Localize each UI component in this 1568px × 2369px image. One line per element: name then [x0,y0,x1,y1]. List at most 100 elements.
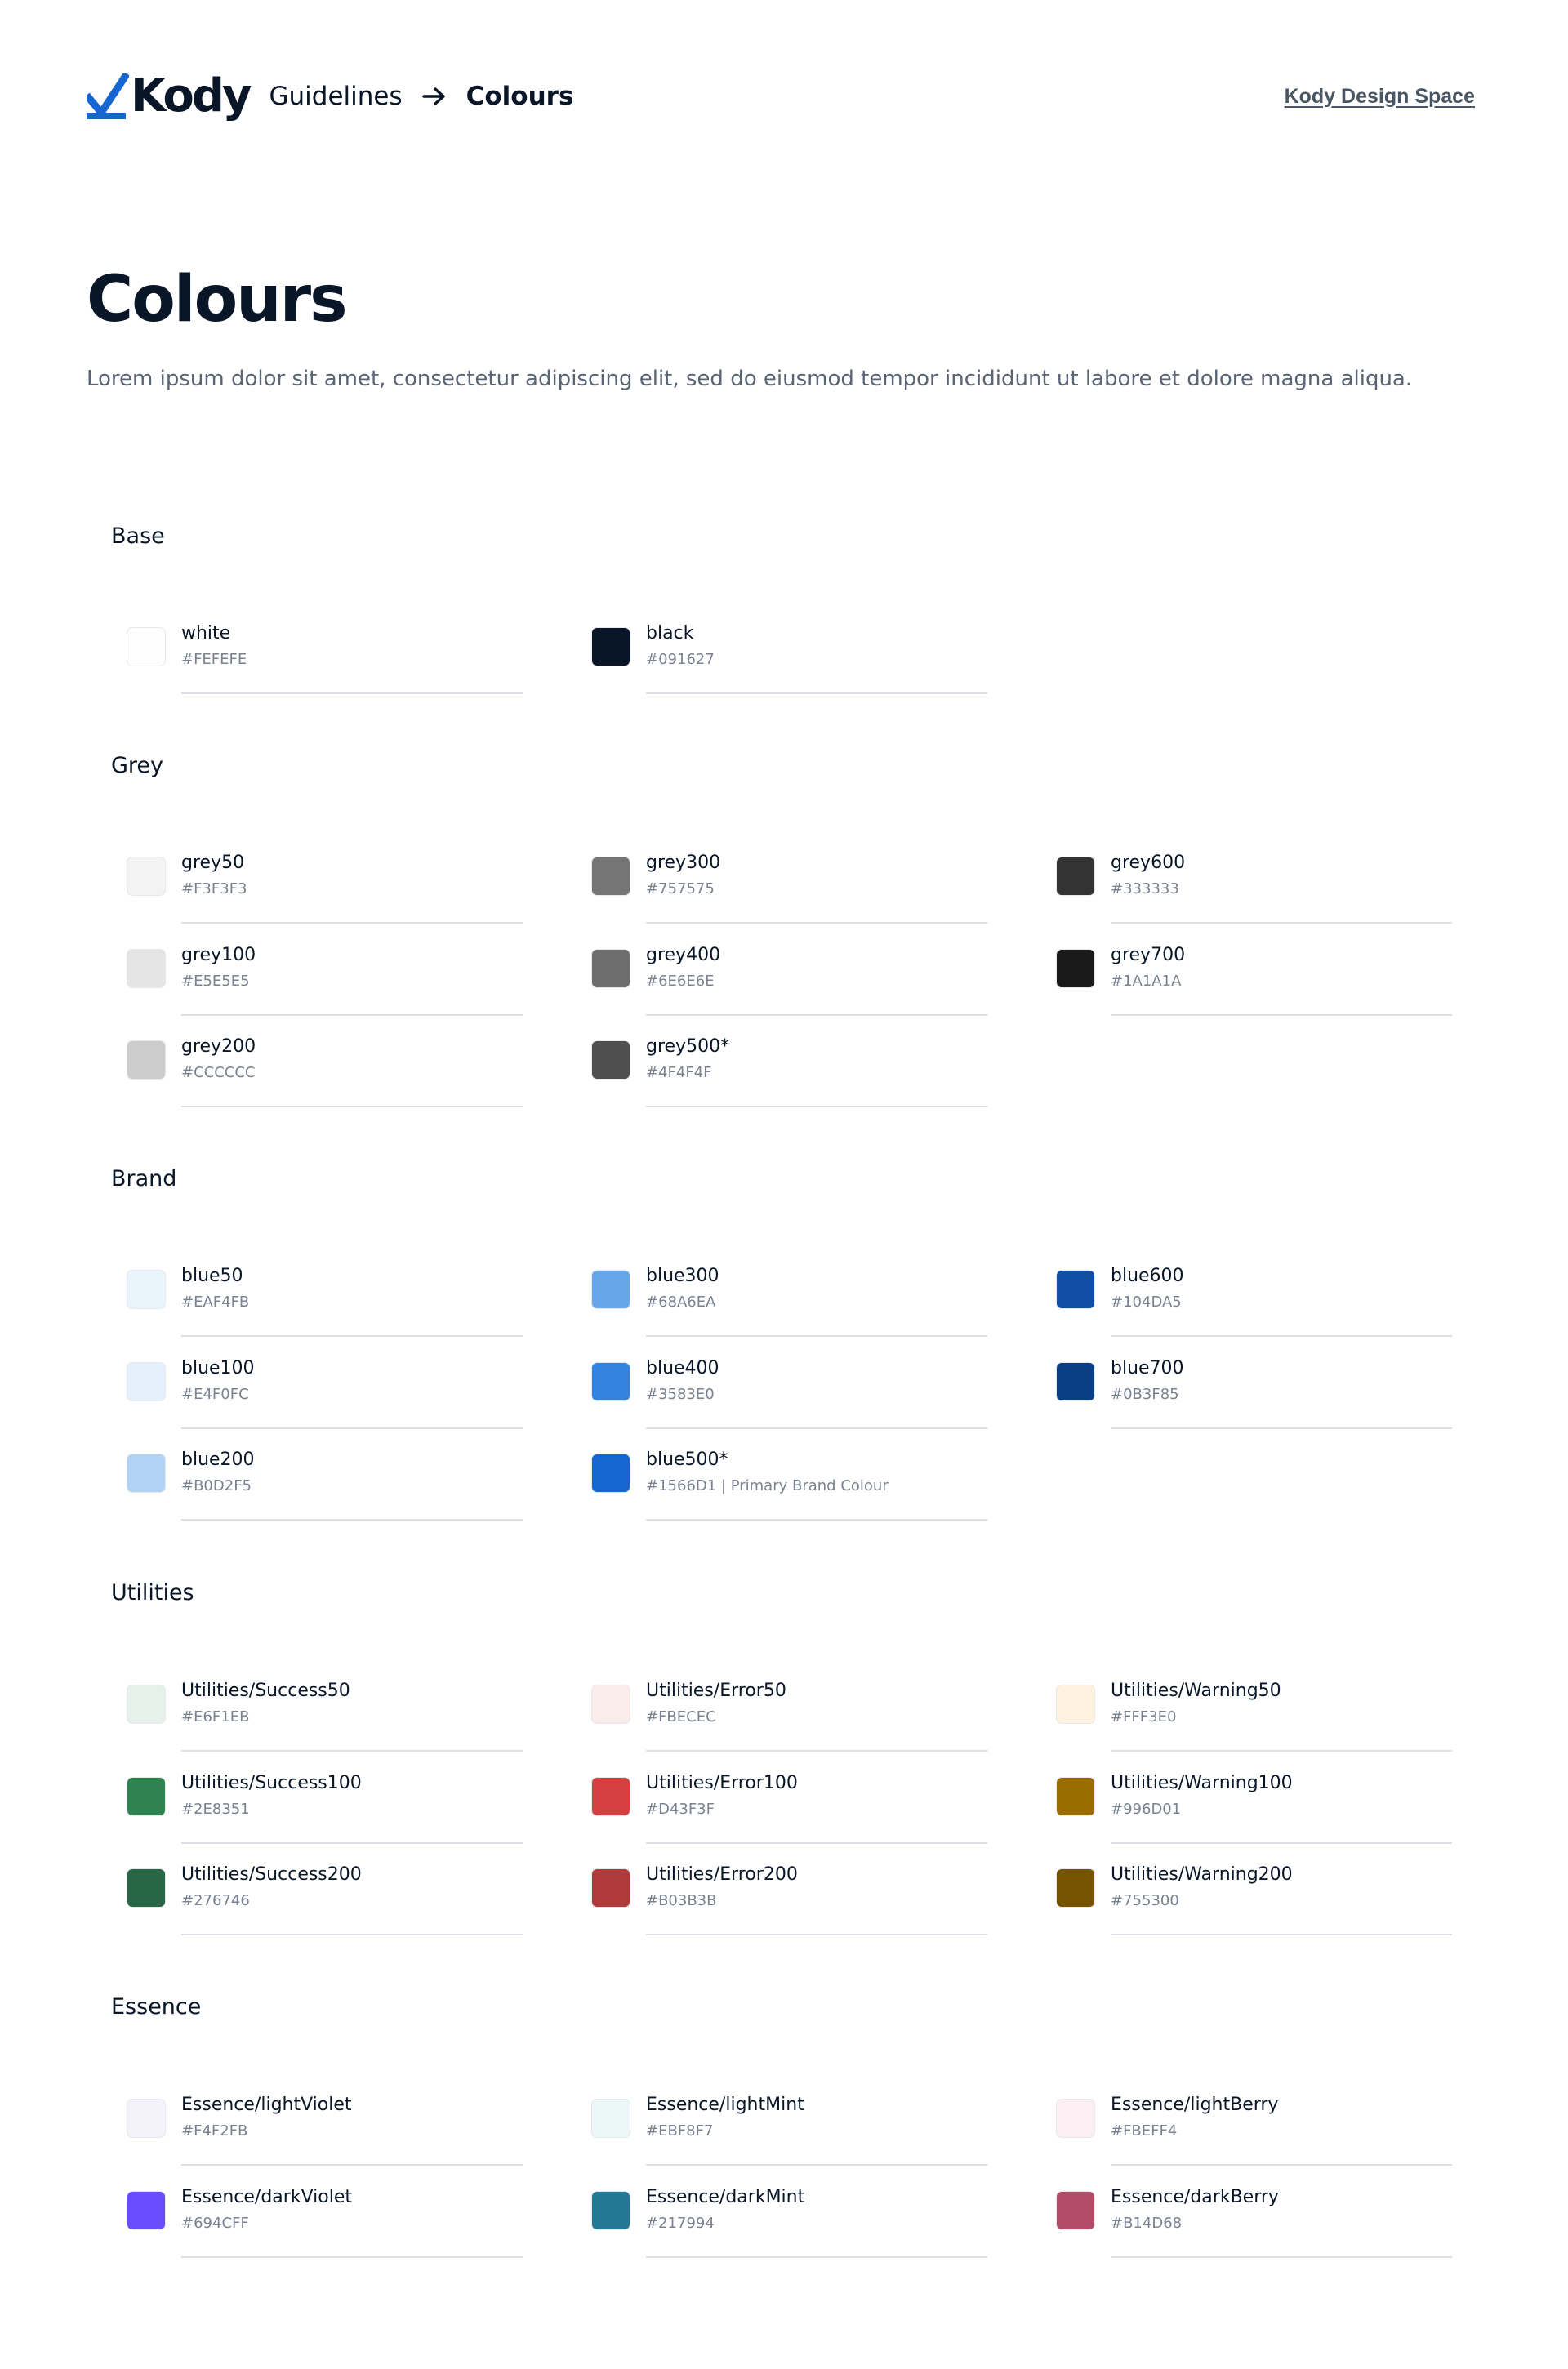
swatch-hex: #68A6EA [646,1294,716,1311]
divider [181,1335,523,1337]
swatch-item-warning100[interactable]: Utilities/Warning100 #996D01 [1040,1752,1452,1844]
swatch-name: grey600 [1111,853,1186,873]
swatch-item-success200[interactable]: Utilities/Success200 #276746 [111,1844,523,1935]
divider [1111,1934,1452,1935]
swatch-name: grey200 [181,1036,256,1057]
swatch-item-grey300[interactable]: grey300 #757575 [576,832,987,924]
design-space-link[interactable]: Kody Design Space [1285,85,1475,109]
swatch-item-warning200[interactable]: Utilities/Warning200 #755300 [1040,1844,1452,1935]
swatch-hex: #EAF4FB [181,1294,250,1311]
swatch-item-blue700[interactable]: blue700 #0B3F85 [1040,1338,1452,1429]
color-swatch [1056,1362,1095,1401]
swatch-item-blue400[interactable]: blue400 #3583E0 [576,1338,987,1429]
swatch-name: grey400 [646,945,721,965]
swatch-name: blue600 [1111,1266,1184,1286]
swatch-name: blue50 [181,1266,243,1286]
swatch-item-success50[interactable]: Utilities/Success50 #E6F1EB [111,1660,523,1752]
swatch-name: Essence/lightMint [646,2095,804,2115]
swatch-hex: #B14D68 [1111,2215,1183,2232]
color-swatch [127,2191,166,2230]
color-swatch [591,949,630,988]
swatch-hex: #FBEFF4 [1111,2122,1178,2140]
color-swatch [127,1362,166,1401]
swatch-name: Essence/darkMint [646,2187,805,2207]
breadcrumb-guidelines[interactable]: Guidelines [269,82,402,111]
color-swatch [1056,1868,1095,1908]
swatch-hex: #E5E5E5 [181,973,250,990]
swatch-item-success100[interactable]: Utilities/Success100 #2E8351 [111,1752,523,1844]
swatch-item-blue300[interactable]: blue300 #68A6EA [576,1245,987,1337]
swatch-item-blue500[interactable]: blue500* #1566D1 | Primary Brand Colour [576,1429,987,1521]
color-swatch [127,2099,166,2138]
divider [181,692,523,694]
section-title-grey: Grey [111,753,164,778]
swatch-item-warning50[interactable]: Utilities/Warning50 #FFF3E0 [1040,1660,1452,1752]
swatch-item-grey500[interactable]: grey500* #4F4F4F [576,1016,987,1107]
swatch-item-blue50[interactable]: blue50 #EAF4FB [111,1245,523,1337]
divider [1111,922,1452,924]
divider [1111,1014,1452,1016]
divider [181,1519,523,1521]
swatch-name: grey700 [1111,945,1186,965]
divider [646,1519,987,1521]
swatch-item-dark-violet[interactable]: Essence/darkViolet #694CFF [111,2166,523,2258]
divider [1111,1427,1452,1429]
swatch-hex: #755300 [1111,1892,1179,1909]
swatch-item-grey100[interactable]: grey100 #E5E5E5 [111,924,523,1016]
swatch-hex: #FEFEFE [181,651,247,668]
swatch-item-error100[interactable]: Utilities/Error100 #D43F3F [576,1752,987,1844]
swatch-item-error200[interactable]: Utilities/Error200 #B03B3B [576,1844,987,1935]
color-swatch [591,1685,630,1724]
divider [646,2164,987,2166]
swatch-name: blue300 [646,1266,719,1286]
color-swatch [591,1040,630,1080]
swatch-item-grey400[interactable]: grey400 #6E6E6E [576,924,987,1016]
swatch-hex: #276746 [181,1892,250,1909]
divider [181,922,523,924]
kody-logo[interactable]: Kody [87,73,252,119]
swatch-item-black[interactable]: black #091627 [576,603,987,694]
swatch-name: grey50 [181,853,245,873]
swatch-name: blue200 [181,1449,255,1470]
divider [1111,2256,1452,2258]
swatch-item-light-violet[interactable]: Essence/lightViolet #F4F2FB [111,2074,523,2166]
swatch-hex: #091627 [646,651,715,668]
swatch-note: | Primary Brand Colour [716,1477,889,1494]
swatch-name: Utilities/Warning200 [1111,1864,1293,1885]
swatch-item-grey700[interactable]: grey700 #1A1A1A [1040,924,1452,1016]
color-swatch [127,1868,166,1908]
divider [646,692,987,694]
swatch-item-dark-mint[interactable]: Essence/darkMint #217994 [576,2166,987,2258]
swatch-item-error50[interactable]: Utilities/Error50 #FBECEC [576,1660,987,1752]
swatch-hex: #FBECEC [646,1708,716,1726]
swatch-name: blue700 [1111,1358,1184,1378]
color-swatch [127,627,166,666]
swatch-item-grey50[interactable]: grey50 #F3F3F3 [111,832,523,924]
color-swatch [591,2191,630,2230]
color-swatch [591,1868,630,1908]
swatch-hex: #3583E0 [646,1386,715,1403]
swatch-hex-value: #1566D1 [646,1477,717,1494]
divider [646,1750,987,1752]
swatch-name: Utilities/Success100 [181,1773,362,1793]
divider [1111,2164,1452,2166]
divider [646,1106,987,1107]
swatch-item-dark-berry[interactable]: Essence/darkBerry #B14D68 [1040,2166,1452,2258]
swatch-item-grey200[interactable]: grey200 #CCCCCC [111,1016,523,1107]
checkmark-logo-icon [87,73,129,119]
swatch-hex: #1566D1 | Primary Brand Colour [646,1477,889,1494]
swatch-item-light-mint[interactable]: Essence/lightMint #EBF8F7 [576,2074,987,2166]
color-swatch [591,2099,630,2138]
swatch-item-blue200[interactable]: blue200 #B0D2F5 [111,1429,523,1521]
swatch-item-light-berry[interactable]: Essence/lightBerry #FBEFF4 [1040,2074,1452,2166]
swatch-hex: #757575 [646,880,715,897]
swatch-item-white[interactable]: white #FEFEFE [111,603,523,694]
swatch-name: grey500* [646,1036,730,1057]
swatch-item-blue600[interactable]: blue600 #104DA5 [1040,1245,1452,1337]
swatch-name: blue100 [181,1358,255,1378]
color-swatch [591,1270,630,1309]
swatch-hex: #B03B3B [646,1892,717,1909]
divider [181,1934,523,1935]
swatch-item-blue100[interactable]: blue100 #E4F0FC [111,1338,523,1429]
swatch-item-grey600[interactable]: grey600 #333333 [1040,832,1452,924]
